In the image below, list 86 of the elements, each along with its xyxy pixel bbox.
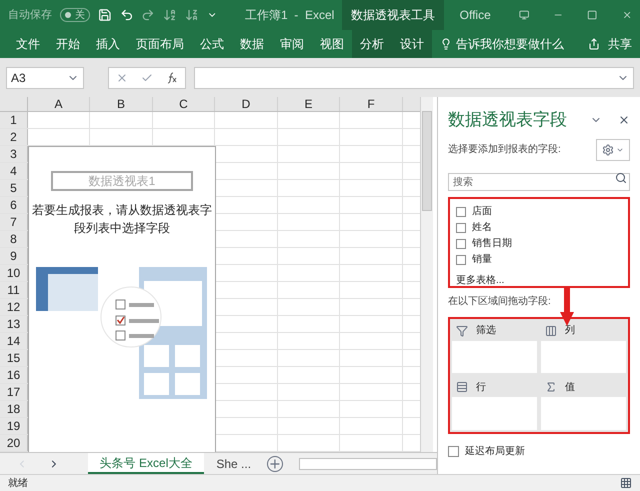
field-checkbox[interactable]: 销售日期 [456, 236, 622, 250]
ribbon-tab[interactable]: 视图 [312, 30, 352, 58]
rows-icon [456, 381, 468, 393]
share-button[interactable]: 共享 [600, 30, 640, 58]
row-header[interactable]: 15 [0, 350, 28, 366]
area-label: 筛选 [476, 324, 496, 338]
area-label: 值 [565, 380, 575, 394]
maximize-icon[interactable] [587, 9, 598, 21]
account-name: Office [460, 7, 491, 24]
ribbon-tab[interactable]: 插入 [88, 30, 128, 58]
row-header[interactable]: 13 [0, 316, 28, 332]
row-header[interactable]: 19 [0, 418, 28, 434]
name-box[interactable]: A3 [6, 66, 84, 88]
close-icon[interactable] [622, 9, 632, 21]
row-header[interactable]: 4 [0, 163, 28, 179]
more-tables-link[interactable]: 更多表格... [456, 272, 622, 288]
row-header[interactable]: 1 [0, 112, 28, 128]
row-header[interactable]: 7 [0, 214, 28, 230]
save-icon[interactable] [98, 7, 112, 23]
field-checkbox[interactable]: 店面 [456, 204, 622, 218]
column-header[interactable]: C [153, 97, 215, 111]
search-icon [615, 172, 627, 184]
row-header[interactable]: 10 [0, 265, 28, 281]
column-header[interactable]: A [28, 97, 90, 111]
normal-view-icon[interactable] [620, 477, 632, 489]
row-header[interactable]: 3 [0, 146, 28, 162]
row-header[interactable]: 11 [0, 282, 28, 298]
row-header[interactable]: 16 [0, 367, 28, 383]
row-header[interactable]: 18 [0, 401, 28, 417]
pane-title: 数据透视表字段 [448, 109, 567, 131]
column-header[interactable]: D [215, 97, 278, 111]
column-header[interactable]: B [90, 97, 153, 111]
column-header[interactable]: E [278, 97, 340, 111]
window-title: 工作簿1 - Excel [244, 7, 334, 24]
sheet-tab[interactable]: 头条号 Excel大全 [88, 453, 204, 474]
context-group-label: 数据透视表工具 [342, 0, 444, 30]
row-header[interactable]: 20 [0, 435, 28, 451]
ribbon-tab[interactable]: 页面布局 [128, 30, 192, 58]
area-label: 行 [476, 380, 486, 394]
vertical-scrollbar[interactable] [420, 97, 433, 452]
settings-button[interactable] [596, 138, 630, 160]
ribbon-tab[interactable]: 文件 [8, 30, 48, 58]
row-header[interactable]: 14 [0, 333, 28, 349]
row-header[interactable]: 12 [0, 299, 28, 315]
columns-icon [545, 324, 557, 336]
ribbon-tab[interactable]: 分析 [352, 30, 392, 58]
ribbon-tab[interactable]: 公式 [192, 30, 232, 58]
sigma-icon [545, 381, 557, 393]
undo-icon[interactable] [120, 7, 134, 23]
row-header[interactable]: 17 [0, 384, 28, 400]
field-checkbox[interactable]: 姓名 [456, 220, 622, 234]
areas-label: 在以下区域间拖动字段: [448, 294, 552, 308]
lightbulb-icon [440, 38, 452, 50]
function-icon[interactable] [166, 72, 178, 84]
ribbon-display-icon[interactable] [518, 9, 530, 21]
search-field[interactable]: 搜索 [448, 173, 630, 191]
horizontal-scrollbar[interactable] [298, 458, 438, 470]
tell-me-field[interactable]: 告诉我你想要做什么 [456, 35, 564, 53]
autosave-toggle[interactable]: 关 [60, 8, 90, 22]
filter-icon [456, 324, 468, 336]
autosave-label: 自动保存 [8, 8, 52, 23]
row-header[interactable]: 8 [0, 231, 28, 247]
row-header[interactable]: 5 [0, 180, 28, 196]
column-header[interactable]: F [340, 97, 403, 111]
settings-icon [602, 144, 614, 156]
field-checkbox[interactable]: 销量 [456, 252, 622, 266]
share-icon[interactable] [588, 38, 600, 50]
ribbon-tab[interactable]: 数据 [232, 30, 272, 58]
enter-icon[interactable] [140, 72, 153, 84]
sheet-tab[interactable]: She ... [204, 453, 264, 474]
add-sheet-icon[interactable] [267, 456, 283, 472]
status-text: 就绪 [8, 476, 28, 490]
row-header[interactable]: 2 [0, 129, 28, 145]
close-icon[interactable] [618, 114, 630, 126]
pane-subtitle: 选择要添加到报表的字段: [448, 142, 561, 157]
cancel-icon[interactable] [116, 72, 128, 84]
row-header[interactable]: 9 [0, 248, 28, 264]
ribbon-tab[interactable]: 审阅 [272, 30, 312, 58]
formula-input[interactable] [194, 66, 634, 88]
pivot-table-name: 数据透视表1 [51, 171, 193, 191]
row-header[interactable]: 6 [0, 197, 28, 213]
pivot-instructions: 若要生成报表，请从数据透视表字段列表中选择字段 [32, 202, 212, 237]
ribbon-tab[interactable]: 开始 [48, 30, 88, 58]
area-label: 列 [565, 324, 575, 338]
defer-update-checkbox[interactable]: 延迟布局更新 [448, 444, 630, 458]
ribbon-tab[interactable]: 设计 [392, 30, 432, 58]
